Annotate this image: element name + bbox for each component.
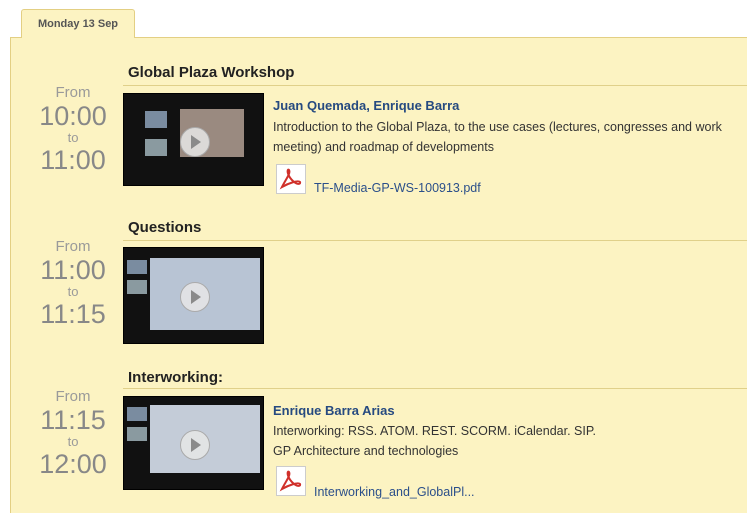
video-thumbnail[interactable] — [123, 247, 264, 344]
start-time: 11:00 — [40, 255, 106, 285]
attachment-link[interactable]: Interworking_and_GlobalPl... — [314, 485, 475, 499]
attachment-link[interactable]: TF-Media-GP-WS-100913.pdf — [314, 181, 481, 195]
pdf-file-icon[interactable] — [276, 164, 306, 194]
to-label: to — [67, 130, 79, 145]
play-button-icon[interactable] — [180, 430, 210, 460]
session-description: Introduction to the Global Plaza, to the… — [273, 120, 722, 154]
play-button-icon[interactable] — [180, 127, 210, 157]
divider — [123, 85, 747, 86]
from-label: From — [55, 84, 91, 101]
speaker-link[interactable]: Juan Quemada, Enrique Barra — [273, 98, 459, 113]
to-label: to — [67, 434, 79, 449]
session-title: Questions — [128, 219, 202, 236]
video-thumbnail[interactable] — [123, 93, 264, 186]
from-label: From — [55, 238, 91, 255]
from-label: From — [55, 388, 91, 405]
session-time: From 11:15 to 12:00 — [30, 388, 116, 479]
start-time: 11:15 — [40, 405, 106, 435]
to-label: to — [67, 284, 79, 299]
start-time: 10:00 — [39, 101, 107, 131]
end-time: 12:00 — [39, 449, 107, 479]
session-time: From 10:00 to 11:00 — [30, 84, 116, 175]
divider — [123, 388, 747, 389]
pdf-file-icon[interactable] — [276, 466, 306, 496]
divider — [123, 240, 747, 241]
day-tab[interactable]: Monday 13 Sep — [21, 9, 135, 38]
end-time: 11:15 — [40, 299, 106, 329]
session-time: From 11:00 to 11:15 — [30, 238, 116, 329]
session-description-line2: GP Architecture and technologies — [273, 444, 459, 458]
play-button-icon[interactable] — [180, 282, 210, 312]
session-title: Interworking: — [128, 369, 224, 386]
end-time: 11:00 — [40, 145, 106, 175]
speaker-link[interactable]: Enrique Barra Arias — [273, 403, 395, 418]
session-title: Global Plaza Workshop — [128, 64, 295, 81]
session-description-line1: Interworking: RSS. ATOM. REST. SCORM. iC… — [273, 424, 597, 438]
video-thumbnail[interactable] — [123, 396, 264, 490]
